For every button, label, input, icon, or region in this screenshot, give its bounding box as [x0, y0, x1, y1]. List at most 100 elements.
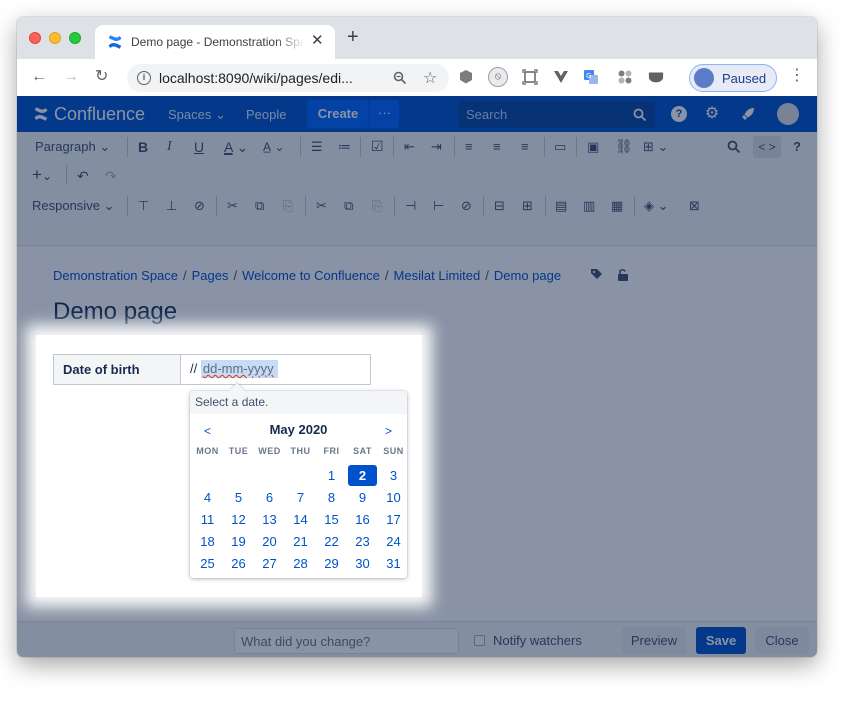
delete-table-icon[interactable]: ⊠ — [689, 198, 700, 214]
nav-spaces[interactable]: Spaces ⌄ — [168, 107, 226, 123]
calendar-day[interactable]: 11 — [192, 509, 223, 530]
italic-button[interactable]: I — [167, 139, 172, 155]
redo-icon[interactable]: ↷ — [105, 168, 117, 184]
merge-cells-icon[interactable]: ⊟ — [494, 198, 505, 214]
insert-table-button[interactable]: ⊞ ⌄ — [643, 139, 668, 155]
split-cell-icon[interactable]: ⊞ — [522, 198, 533, 214]
address-bar[interactable]: i localhost:8090/wiki/pages/edi... ☆ — [127, 64, 449, 92]
indent-icon[interactable]: ⇥ — [431, 139, 442, 155]
calendar-day-selected[interactable]: 2 — [348, 465, 377, 486]
calendar-day[interactable]: 12 — [223, 509, 254, 530]
cell-color-button[interactable]: ◈ ⌄ — [644, 198, 669, 214]
breadcrumb-item[interactable]: Mesilat Limited — [394, 268, 481, 283]
calendar-day[interactable]: 13 — [254, 509, 285, 530]
page-title[interactable]: Demo page — [53, 298, 177, 326]
insert-column-before-icon[interactable]: ⊣ — [405, 198, 416, 214]
calendar-day[interactable]: 28 — [285, 553, 316, 574]
minimize-window-button[interactable] — [49, 32, 61, 44]
calendar-day[interactable]: 20 — [254, 531, 285, 552]
calendar-day[interactable]: 19 — [223, 531, 254, 552]
notify-watchers-checkbox[interactable] — [474, 635, 485, 646]
extension-cube-icon[interactable] — [458, 69, 474, 85]
breadcrumb-item[interactable]: Welcome to Confluence — [242, 268, 380, 283]
align-right-icon[interactable]: ≡ — [521, 139, 529, 155]
calendar-day[interactable]: 26 — [223, 553, 254, 574]
insert-row-after-icon[interactable]: ⊥ — [166, 198, 177, 214]
calendar-day[interactable]: 18 — [192, 531, 223, 552]
forward-icon[interactable]: → — [63, 68, 79, 86]
calendar-day[interactable]: 14 — [285, 509, 316, 530]
calendar-day[interactable]: 9 — [347, 487, 378, 508]
text-color-button[interactable]: A ⌄ — [224, 139, 248, 155]
breadcrumb-item[interactable]: Demo page — [494, 268, 561, 283]
user-avatar[interactable] — [777, 103, 799, 125]
nav-people[interactable]: People — [246, 107, 286, 122]
delete-column-icon[interactable]: ⊘ — [461, 198, 472, 214]
calendar-day[interactable]: 29 — [316, 553, 347, 574]
find-replace-icon[interactable] — [727, 140, 741, 154]
outdent-icon[interactable]: ⇤ — [404, 139, 415, 155]
search-input[interactable]: Search — [458, 101, 655, 128]
calendar-day[interactable]: 6 — [254, 487, 285, 508]
calendar-day[interactable]: 7 — [285, 487, 316, 508]
maximize-window-button[interactable] — [69, 32, 81, 44]
label-tag-icon[interactable] — [590, 268, 603, 281]
next-month-button[interactable]: > — [385, 424, 392, 438]
new-tab-button[interactable]: + — [347, 27, 359, 47]
paste-row-icon[interactable]: ⎘ — [283, 198, 293, 214]
calendar-day[interactable]: 31 — [378, 553, 409, 574]
version-comment-input[interactable] — [234, 628, 459, 654]
calendar-day[interactable]: 1 — [316, 465, 347, 486]
header-column-icon[interactable]: ▥ — [583, 198, 595, 214]
undo-icon[interactable]: ↶ — [77, 168, 89, 184]
help-button[interactable]: ? — [793, 139, 801, 155]
tab-close-icon[interactable]: ✕ — [311, 33, 324, 49]
calendar-day[interactable]: 15 — [316, 509, 347, 530]
bullet-list-icon[interactable]: ☰ — [311, 139, 323, 155]
delete-row-icon[interactable]: ⊘ — [194, 198, 205, 214]
underline-button[interactable]: U — [194, 139, 204, 155]
confluence-logo-icon[interactable] — [33, 106, 49, 122]
settings-gear-icon[interactable]: ⚙ — [703, 105, 721, 123]
calendar-day[interactable]: 23 — [347, 531, 378, 552]
confluence-logo-text[interactable]: Confluence — [54, 104, 145, 125]
calendar-day[interactable]: 24 — [378, 531, 409, 552]
paste-column-icon[interactable]: ⎘ — [372, 198, 382, 214]
pocket-extension-icon[interactable] — [648, 69, 664, 85]
calendar-day[interactable]: 27 — [254, 553, 285, 574]
numbered-list-icon[interactable]: ≔ — [338, 139, 351, 155]
zoom-icon[interactable] — [393, 71, 407, 85]
insert-row-before-icon[interactable]: ⊤ — [138, 198, 149, 214]
calendar-day[interactable]: 22 — [316, 531, 347, 552]
translate-extension-icon[interactable]: G — [583, 69, 599, 85]
align-left-icon[interactable]: ≡ — [465, 139, 473, 155]
dob-input-cell[interactable]: // dd-mm-yyyy — [181, 355, 370, 384]
source-editor-button[interactable]: < > — [753, 136, 781, 158]
paragraph-style-dropdown[interactable]: Paragraph ⌄ — [35, 139, 110, 155]
reload-icon[interactable]: ↻ — [95, 68, 108, 86]
close-button[interactable]: Close — [755, 627, 809, 654]
extension-code-icon[interactable]: ⦸ — [488, 67, 508, 87]
cut-row-icon[interactable]: ✂ — [227, 198, 238, 214]
calendar-day[interactable]: 5 — [223, 487, 254, 508]
save-button[interactable]: Save — [696, 627, 746, 654]
help-icon[interactable]: ? — [671, 106, 687, 122]
align-center-icon[interactable]: ≡ — [493, 139, 501, 155]
insert-link-icon[interactable]: ⛓ — [615, 138, 633, 154]
profile-paused-button[interactable]: Paused — [689, 64, 777, 92]
back-icon[interactable]: ← — [31, 68, 47, 86]
table-layout-dropdown[interactable]: Responsive ⌄ — [32, 198, 114, 214]
apps-extension-icon[interactable] — [617, 69, 633, 85]
calendar-day[interactable]: 3 — [378, 465, 409, 486]
calendar-day[interactable]: 25 — [192, 553, 223, 574]
calendar-day[interactable]: 8 — [316, 487, 347, 508]
insert-column-after-icon[interactable]: ⊢ — [433, 198, 444, 214]
vuejs-extension-icon[interactable] — [553, 69, 569, 85]
breadcrumb-item[interactable]: Demonstration Space — [53, 268, 178, 283]
create-more-button[interactable]: ··· — [369, 100, 399, 128]
bookmark-star-icon[interactable]: ☆ — [423, 68, 437, 88]
insert-more-button[interactable]: +⌄ — [32, 166, 52, 184]
notifications-rocket-icon[interactable] — [739, 105, 757, 123]
preview-button[interactable]: Preview — [622, 627, 686, 654]
site-info-icon[interactable]: i — [137, 71, 151, 85]
